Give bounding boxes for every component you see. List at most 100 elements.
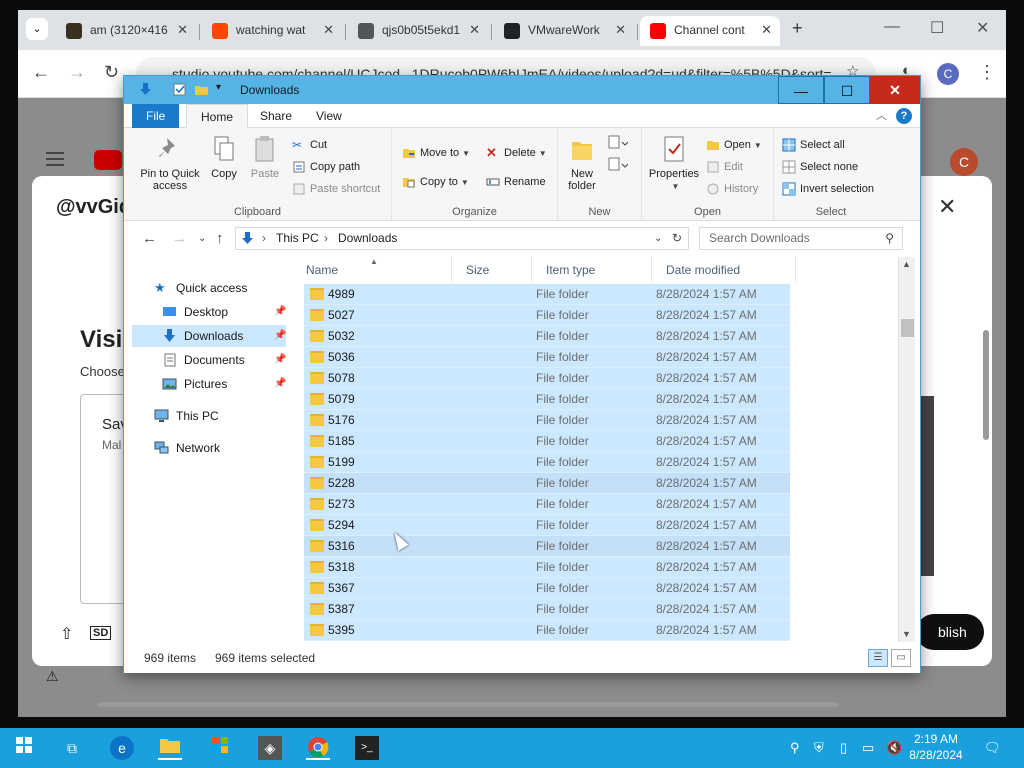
nav-item-desktop[interactable]: Desktop 📌 (132, 301, 286, 323)
column-date-modified[interactable]: Date modified (652, 257, 796, 283)
paste-button[interactable]: Paste (246, 134, 284, 180)
details-view-icon[interactable]: ☰ (868, 649, 888, 667)
scroll-down-icon[interactable]: ▼ (902, 629, 911, 639)
file-list-scrollbar[interactable]: ▲ ▼ (898, 257, 915, 642)
notifications-icon[interactable]: 🗨 (984, 740, 1001, 756)
browser-tab[interactable]: watching wat ✕ (202, 16, 342, 46)
nav-item-documents[interactable]: Documents 📌 (132, 349, 286, 371)
edge-icon[interactable]: e (110, 736, 134, 760)
tab-close-icon[interactable]: ✕ (177, 16, 188, 44)
network-tray-icon[interactable]: ▭ (862, 740, 874, 756)
browser-tab[interactable]: qjs0b05t5ekd1 ✕ (348, 16, 488, 46)
quick-access-dropdown-icon[interactable]: ▾ (216, 82, 221, 93)
browser-tab[interactable]: Channel cont ✕ (640, 16, 780, 46)
explorer-minimize-button[interactable]: — (778, 76, 824, 104)
paste-shortcut-button[interactable]: Paste shortcut (292, 180, 380, 198)
forward-button[interactable]: → (68, 62, 86, 83)
tab-file[interactable]: File (132, 104, 180, 128)
properties-button[interactable]: Properties ▼ (646, 134, 702, 193)
file-row[interactable]: 5395 File folder 8/28/2024 1:57 AM (304, 620, 790, 641)
up-button[interactable]: ↑ (216, 230, 224, 247)
collapse-ribbon-icon[interactable]: ︿ (876, 107, 887, 123)
file-row[interactable]: 5387 File folder 8/28/2024 1:57 AM (304, 599, 790, 620)
chrome-maximize-button[interactable]: ☐ (930, 18, 944, 38)
browser-tab[interactable]: am (3120×416 ✕ (56, 16, 196, 46)
new-folder-button[interactable]: New folder (564, 134, 600, 192)
large-icons-view-icon[interactable]: ▭ (891, 649, 911, 667)
file-row[interactable]: 5318 File folder 8/28/2024 1:57 AM (304, 557, 790, 578)
tab-share[interactable]: Share (246, 104, 306, 128)
new-tab-button[interactable]: + (792, 18, 803, 39)
address-dropdown-icon[interactable]: ⌄ (654, 228, 662, 249)
easy-access-icon[interactable] (606, 156, 628, 174)
tab-close-icon[interactable]: ✕ (323, 16, 334, 44)
file-row[interactable]: 5199 File folder 8/28/2024 1:57 AM (304, 452, 790, 473)
breadcrumb-this-pc[interactable]: This PC (276, 228, 319, 249)
explorer-forward-button[interactable]: → (172, 230, 187, 247)
column-item-type[interactable]: Item type (532, 257, 652, 283)
pin-icon[interactable]: 📌 (274, 373, 286, 395)
file-row[interactable]: 5176 File folder 8/28/2024 1:57 AM (304, 410, 790, 431)
tab-view[interactable]: View (302, 104, 356, 128)
breadcrumb-downloads[interactable]: Downloads (338, 228, 397, 249)
nav-network[interactable]: Network (154, 437, 292, 459)
file-row[interactable]: 5036 File folder 8/28/2024 1:57 AM (304, 347, 790, 368)
search-input[interactable]: Search Downloads ⚲ (699, 227, 903, 250)
report-icon[interactable]: ⚠ (46, 668, 59, 685)
file-row[interactable]: 5367 File folder 8/28/2024 1:57 AM (304, 578, 790, 599)
page-scrollbar[interactable] (983, 330, 989, 440)
volume-muted-icon[interactable]: 🔇 (886, 740, 902, 756)
tab-close-icon[interactable]: ✕ (615, 16, 626, 44)
reload-button[interactable]: ↻ (104, 62, 119, 83)
scrollbar-thumb[interactable] (901, 319, 914, 337)
tab-home[interactable]: Home (186, 104, 249, 128)
task-view-icon[interactable]: ⧉ (60, 736, 84, 760)
file-row[interactable]: 5316 File folder 8/28/2024 1:57 AM (304, 536, 790, 557)
copy-to-button[interactable]: Copy to ▼ (402, 173, 469, 191)
chrome-close-button[interactable]: ✕ (976, 18, 989, 38)
recent-locations-icon[interactable]: ⌄ (198, 233, 206, 244)
publish-button[interactable]: blish (916, 614, 984, 650)
profile-avatar[interactable]: C (937, 63, 959, 85)
explorer-back-button[interactable]: ← (142, 230, 157, 247)
copy-button[interactable]: Copy (206, 134, 242, 180)
nav-item-downloads[interactable]: Downloads 📌 (132, 325, 286, 347)
explorer-address-bar[interactable]: › This PC › Downloads ⌄ ↻ (235, 227, 689, 250)
file-explorer-taskbar-icon[interactable] (158, 736, 182, 760)
phone-icon[interactable]: ▯ (840, 740, 847, 756)
hamburger-menu-icon[interactable] (46, 152, 64, 166)
dialog-close-icon[interactable]: ✕ (938, 194, 956, 220)
open-button[interactable]: Open ▼ (706, 136, 762, 154)
edit-button[interactable]: Edit (706, 158, 743, 176)
terminal-icon[interactable]: >_ (355, 736, 379, 760)
file-row[interactable]: 5027 File folder 8/28/2024 1:57 AM (304, 305, 790, 326)
chrome-taskbar-icon[interactable] (306, 736, 330, 760)
tab-close-icon[interactable]: ✕ (469, 16, 480, 44)
search-tray-icon[interactable]: ⚲ (790, 740, 800, 756)
pin-quick-access-button[interactable]: Pin to Quick access (136, 134, 204, 192)
app-icon[interactable]: ◈ (258, 736, 282, 760)
explorer-titlebar[interactable]: ▾ Downloads — ☐ ✕ (124, 76, 920, 104)
delete-button[interactable]: ✕ Delete ▼ (486, 144, 547, 162)
new-folder-quick-icon[interactable] (194, 82, 209, 97)
cut-button[interactable]: ✂ Cut (292, 136, 327, 154)
file-row[interactable]: 5228 File folder 8/28/2024 1:57 AM (304, 473, 790, 494)
file-row[interactable]: 5079 File folder 8/28/2024 1:57 AM (304, 389, 790, 410)
scroll-up-icon[interactable]: ▲ (902, 259, 911, 269)
nav-quick-access[interactable]: ★ Quick access (154, 277, 292, 299)
column-name[interactable]: Name ▲ (292, 257, 452, 283)
history-button[interactable]: History (706, 180, 758, 198)
help-icon[interactable]: ? (896, 108, 912, 124)
browser-tab[interactable]: VMwareWork ✕ (494, 16, 634, 46)
file-row[interactable]: 5273 File folder 8/28/2024 1:57 AM (304, 494, 790, 515)
properties-quick-icon[interactable] (172, 82, 187, 97)
chrome-menu-icon[interactable]: ⋮ (978, 62, 996, 83)
tab-search-button[interactable]: ⌄ (26, 18, 48, 40)
start-button[interactable] (12, 736, 36, 760)
new-item-icon[interactable] (606, 134, 628, 152)
explorer-maximize-button[interactable]: ☐ (824, 76, 870, 104)
file-row[interactable]: 5032 File folder 8/28/2024 1:57 AM (304, 326, 790, 347)
file-row[interactable]: 5185 File folder 8/28/2024 1:57 AM (304, 431, 790, 452)
chrome-minimize-button[interactable]: — (884, 18, 900, 36)
pin-icon[interactable]: 📌 (274, 325, 286, 347)
